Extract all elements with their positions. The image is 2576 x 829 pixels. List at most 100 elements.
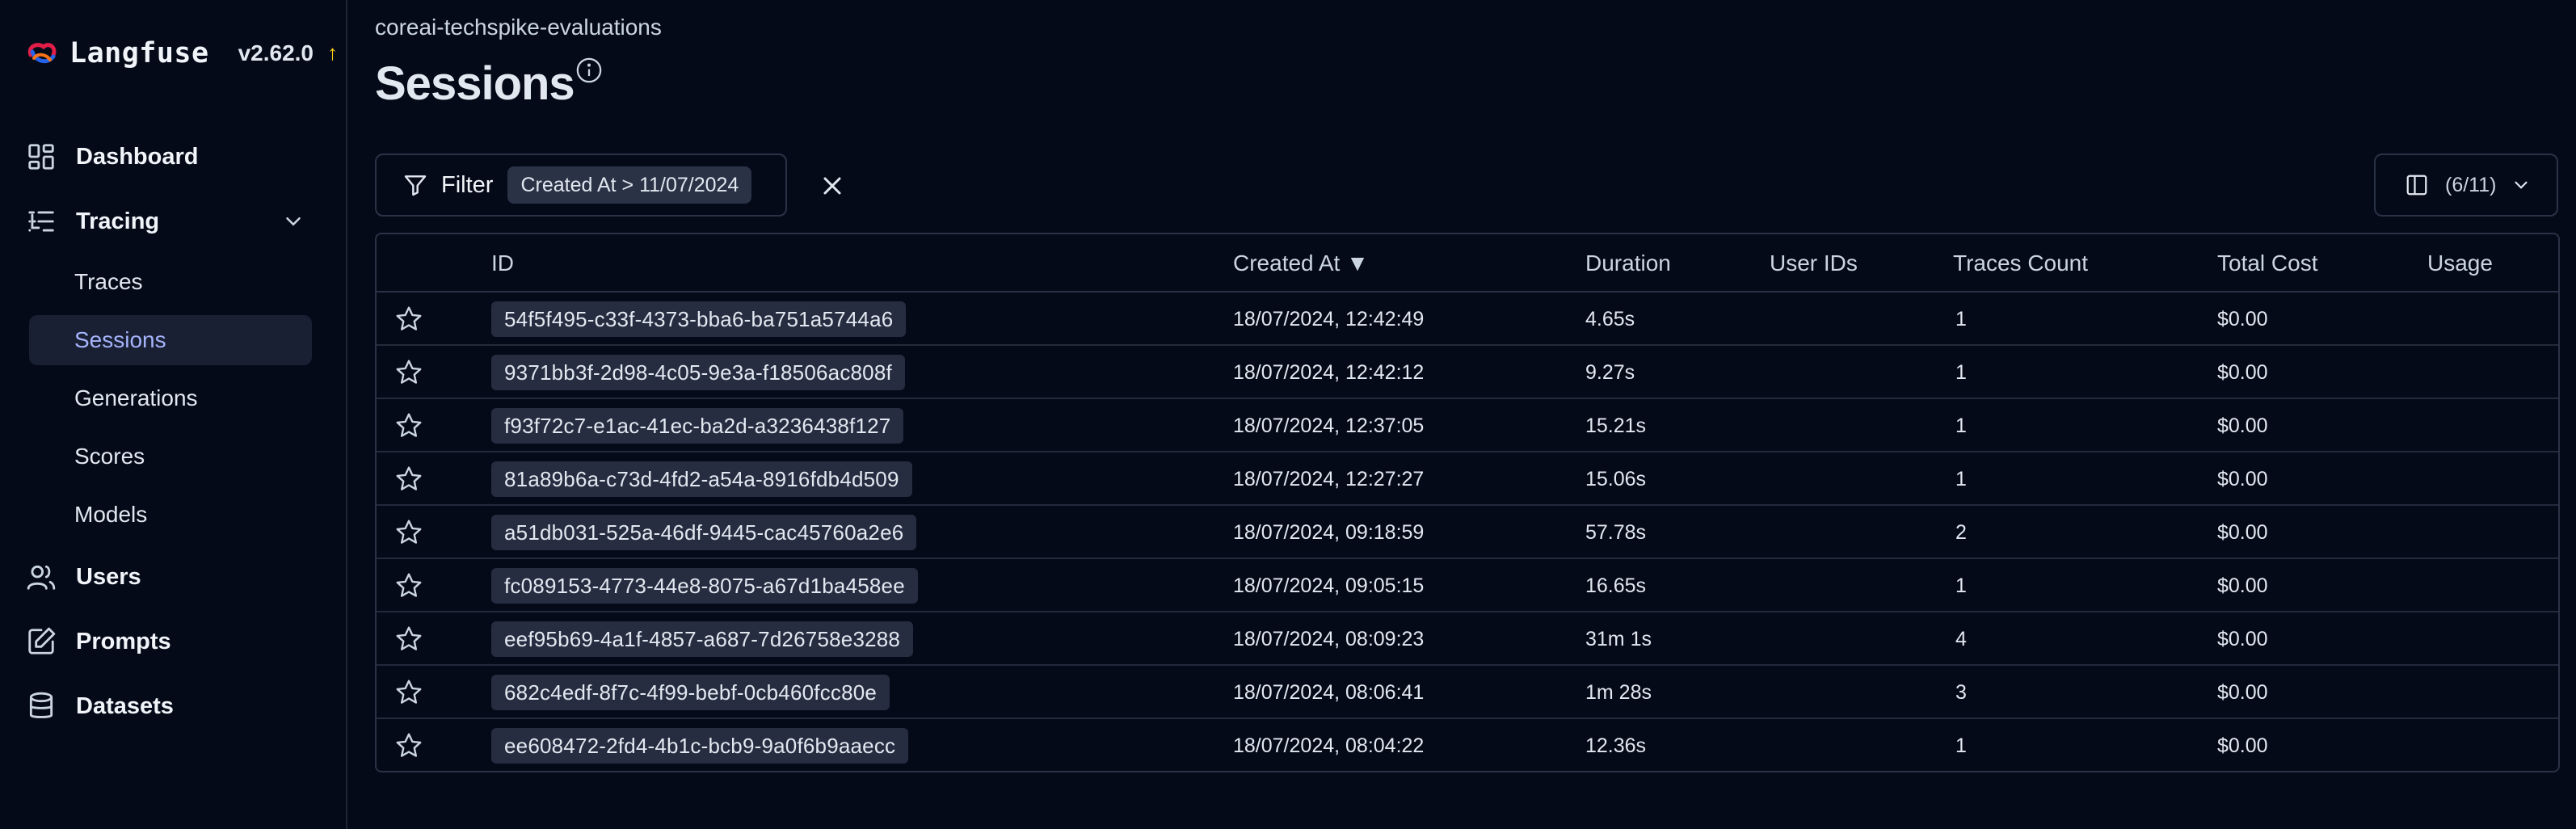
cell-created-at: 18/07/2024, 12:27:27 [1233, 467, 1425, 490]
header-total-cost[interactable]: Total Cost [2217, 234, 2318, 292]
cell-duration: 9.27s [1585, 360, 1635, 384]
table-row[interactable]: a51db031-525a-46df-9445-cac45760a2e6 18/0… [377, 506, 2558, 559]
sidebar-item-prompts[interactable]: Prompts [26, 619, 317, 664]
cell-total-cost: $0.00 [2217, 467, 2268, 490]
app-window: Langfuse v2.62.0 ↑ Dashboard Tracing Tra… [0, 0, 2576, 829]
cell-bookmark [394, 292, 423, 346]
sidebar-item-users[interactable]: Users [26, 554, 317, 600]
cell-id: 682c4edf-8f7c-4f99-bebf-0cb460fcc80e [491, 666, 890, 719]
session-id-link[interactable]: 9371bb3f-2d98-4c05-9e3a-f18506ac808f [491, 355, 905, 390]
cell-duration: 12.36s [1585, 734, 1647, 757]
sidebar-item-label: Prompts [76, 628, 171, 654]
cell-traces-count: 1 [1955, 574, 1967, 597]
chevron-down-icon [2515, 181, 2528, 189]
cell-created-at: 18/07/2024, 08:09:23 [1233, 627, 1425, 650]
cell-id: 81a89b6a-c73d-4fd2-a54a-8916fdb4d509 [491, 452, 912, 506]
cell-created-at: 18/07/2024, 12:37:05 [1233, 414, 1425, 437]
cell-duration: 4.65s [1585, 307, 1635, 330]
sidebar-item-scores[interactable]: Scores [29, 431, 312, 482]
cell-created-at: 18/07/2024, 08:04:22 [1233, 734, 1425, 757]
chevron-down-icon[interactable] [281, 209, 305, 234]
session-id-link[interactable]: ee608472-2fd4-4b1c-bcb9-9a0f6b9aaecc [491, 728, 909, 764]
session-id-link[interactable]: 54f5f495-c33f-4373-bba6-ba751a5744a6 [491, 301, 907, 337]
close-icon[interactable] [818, 171, 847, 200]
cell-total-cost: $0.00 [2217, 414, 2268, 437]
column-visibility-button[interactable]: (6/11) [2374, 154, 2558, 217]
users-icon [27, 565, 56, 590]
sidebar-item-generations[interactable]: Generations [29, 373, 312, 423]
header-created-at[interactable]: Created At ▼ [1233, 234, 1369, 292]
header-id[interactable]: ID [491, 234, 514, 292]
cell-bookmark [394, 666, 423, 719]
table-row[interactable]: eef95b69-4a1f-4857-a687-7d26758e3288 18/0… [377, 612, 2558, 666]
sidebar-item-models[interactable]: Models [29, 490, 312, 540]
star-icon[interactable] [394, 411, 423, 440]
cell-bookmark [394, 612, 423, 666]
cell-traces-count: 3 [1955, 680, 1967, 704]
header-usage[interactable]: Usage [2427, 234, 2493, 292]
sidebar-item-traces[interactable]: Traces [29, 257, 312, 307]
star-icon[interactable] [394, 518, 423, 547]
cell-created-at: 18/07/2024, 09:18:59 [1233, 520, 1425, 544]
cell-id: fc089153-4773-44e8-8075-a67d1ba458ee [491, 559, 918, 612]
star-icon[interactable] [394, 465, 423, 494]
cell-traces-count: 4 [1955, 627, 1967, 650]
sidebar-item-label: Dashboard [76, 143, 199, 170]
session-id-link[interactable]: 81a89b6a-c73d-4fd2-a54a-8916fdb4d509 [491, 461, 912, 497]
project-name[interactable]: coreai-techspike-evaluations [375, 15, 662, 40]
sidebar-item-label: Users [76, 563, 141, 590]
version-label[interactable]: v2.62.0 [238, 40, 314, 66]
cell-created-at: 18/07/2024, 12:42:49 [1233, 307, 1425, 330]
table-row[interactable]: 682c4edf-8f7c-4f99-bebf-0cb460fcc80e 18/0… [377, 666, 2558, 719]
cell-created-at: 18/07/2024, 09:05:15 [1233, 574, 1425, 597]
header-duration[interactable]: Duration [1585, 234, 1671, 292]
sidebar: Langfuse v2.62.0 ↑ Dashboard Tracing Tra… [0, 0, 347, 829]
cell-bookmark [394, 719, 423, 771]
session-id-link[interactable]: f93f72c7-e1ac-41ec-ba2d-a3236438f127 [491, 408, 904, 444]
sidebar-item-datasets[interactable]: Datasets [26, 684, 317, 729]
cell-id: f93f72c7-e1ac-41ec-ba2d-a3236438f127 [491, 399, 904, 452]
table-row[interactable]: 54f5f495-c33f-4373-bba6-ba751a5744a6 18/0… [377, 292, 2558, 346]
header-traces-count[interactable]: Traces Count [1953, 234, 2088, 292]
page-title: Sessions [375, 57, 575, 110]
sidebar-item-sessions[interactable]: Sessions [29, 315, 312, 365]
session-id-link[interactable]: a51db031-525a-46df-9445-cac45760a2e6 [491, 515, 917, 550]
cell-created-at: 18/07/2024, 08:06:41 [1233, 680, 1425, 704]
cell-created-at: 18/07/2024, 12:42:12 [1233, 360, 1425, 384]
cell-total-cost: $0.00 [2217, 307, 2268, 330]
info-icon[interactable] [575, 57, 603, 84]
table-row[interactable]: 81a89b6a-c73d-4fd2-a54a-8916fdb4d509 18/0… [377, 452, 2558, 506]
cell-duration: 31m 1s [1585, 627, 1652, 650]
cell-traces-count: 1 [1955, 307, 1967, 330]
datasets-icon [29, 692, 53, 718]
table-row[interactable]: ee608472-2fd4-4b1c-bcb9-9a0f6b9aaecc 18/0… [377, 719, 2558, 771]
star-icon[interactable] [394, 625, 423, 654]
cell-bookmark [394, 452, 423, 506]
cell-bookmark [394, 399, 423, 452]
star-icon[interactable] [394, 358, 423, 387]
table-row[interactable]: f93f72c7-e1ac-41ec-ba2d-a3236438f127 18/0… [377, 399, 2558, 452]
cell-duration: 15.21s [1585, 414, 1647, 437]
table-row[interactable]: 9371bb3f-2d98-4c05-9e3a-f18506ac808f 18/0… [377, 346, 2558, 399]
sidebar-item-dashboard[interactable]: Dashboard [26, 134, 317, 179]
header-user-ids[interactable]: User IDs [1770, 234, 1858, 292]
sidebar-item-tracing[interactable]: Tracing [26, 199, 317, 244]
update-arrow-icon[interactable]: ↑ [327, 40, 338, 65]
table-row[interactable]: fc089153-4773-44e8-8075-a67d1ba458ee 18/0… [377, 559, 2558, 612]
session-id-link[interactable]: 682c4edf-8f7c-4f99-bebf-0cb460fcc80e [491, 675, 890, 710]
cell-duration: 16.65s [1585, 574, 1647, 597]
filter-icon [404, 175, 427, 196]
cell-duration: 1m 28s [1585, 680, 1652, 704]
filter-button[interactable]: Filter Created At > 11/07/2024 [375, 154, 787, 217]
cell-duration: 57.78s [1585, 520, 1647, 544]
star-icon[interactable] [394, 678, 423, 707]
brand[interactable]: Langfuse v2.62.0 ↑ [26, 36, 346, 71]
star-icon[interactable] [394, 731, 423, 760]
star-icon[interactable] [394, 571, 423, 600]
session-id-link[interactable]: fc089153-4773-44e8-8075-a67d1ba458ee [491, 568, 918, 604]
star-icon[interactable] [394, 305, 423, 334]
sidebar-item-label: Datasets [76, 692, 174, 719]
filter-chip[interactable]: Created At > 11/07/2024 [507, 166, 752, 204]
session-id-link[interactable]: eef95b69-4a1f-4857-a687-7d26758e3288 [491, 621, 914, 657]
cell-total-cost: $0.00 [2217, 520, 2268, 544]
